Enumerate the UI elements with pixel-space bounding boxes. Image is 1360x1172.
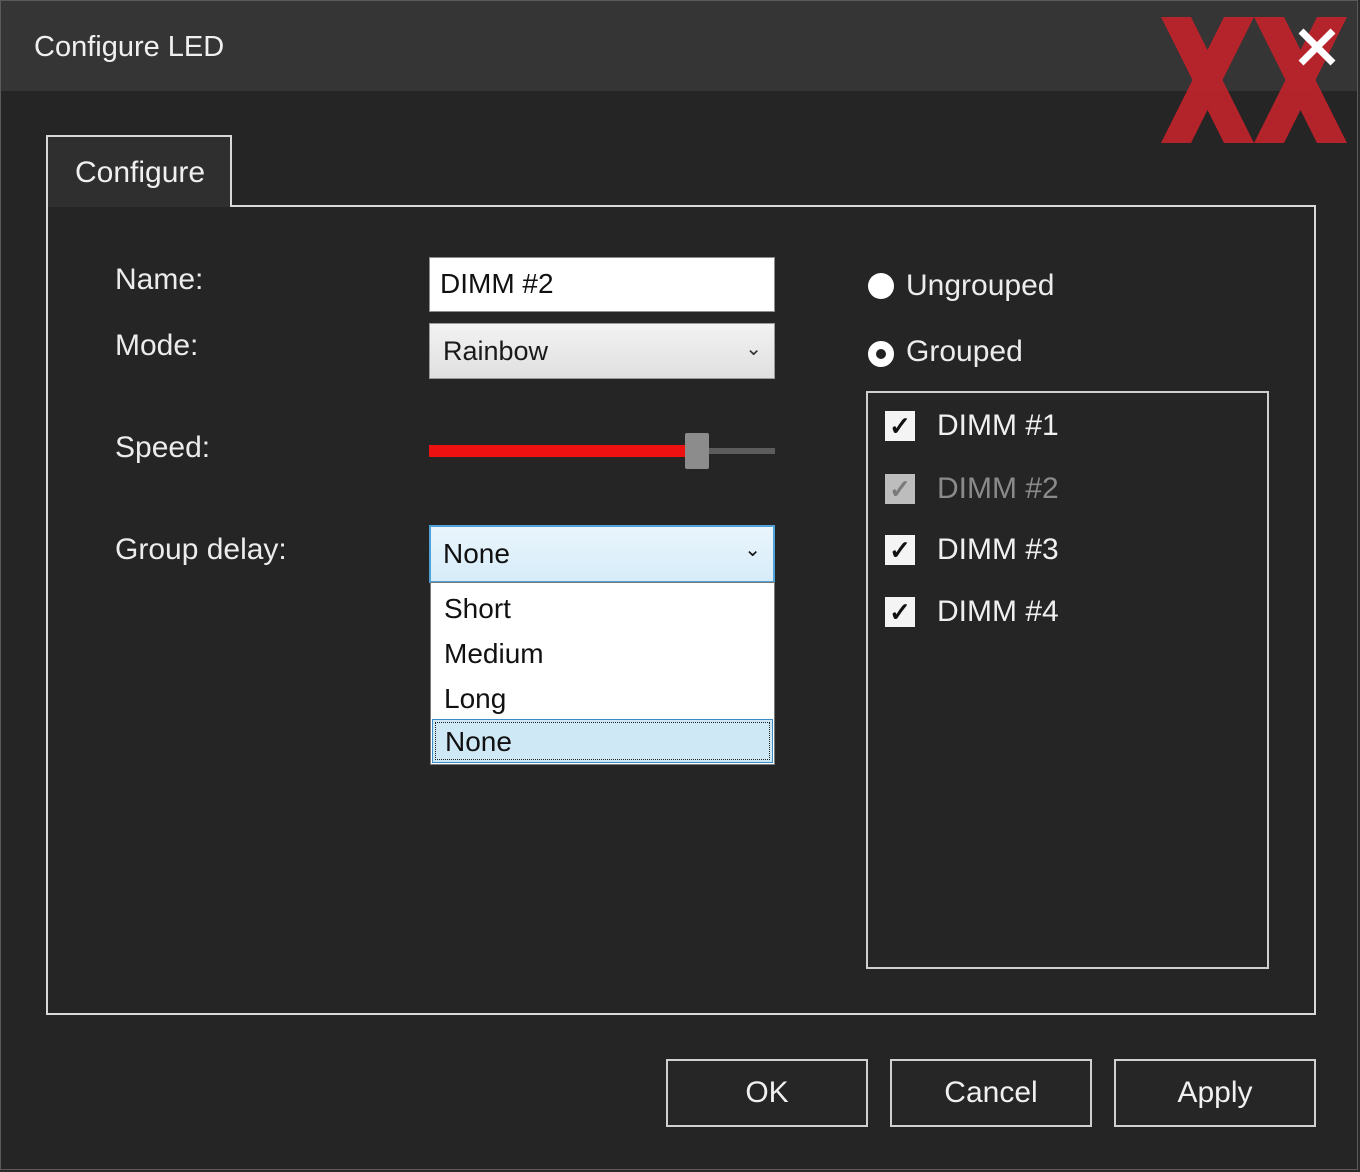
dimm-3-checkbox[interactable]: ✓ [885, 535, 915, 565]
dimm-2-checkbox: ✓ [885, 474, 915, 504]
title-bar: Configure LED [1, 1, 1357, 91]
mode-select-value: Rainbow [443, 336, 549, 366]
dimm-4-label: DIMM #4 [937, 595, 1059, 628]
apply-button[interactable]: Apply [1114, 1059, 1316, 1127]
group-delay-select-value: None [443, 538, 510, 569]
chevron-down-icon: ⌄ [744, 539, 761, 561]
grouped-radio[interactable] [868, 341, 894, 367]
dimm-3-label: DIMM #3 [937, 533, 1059, 566]
ungrouped-label: Ungrouped [906, 269, 1055, 302]
dropdown-option-none[interactable]: None [432, 719, 773, 763]
name-label: Name: [115, 263, 204, 296]
speed-slider-thumb[interactable] [685, 433, 709, 469]
grouped-label: Grouped [906, 335, 1023, 368]
dimm-1-checkbox[interactable]: ✓ [885, 411, 915, 441]
dimm-2-label: DIMM #2 [937, 472, 1059, 505]
group-delay-label: Group delay: [115, 533, 287, 566]
tab-configure[interactable]: Configure [46, 135, 232, 207]
name-field[interactable]: DIMM #2 [429, 257, 775, 312]
ok-button[interactable]: OK [666, 1059, 868, 1127]
dropdown-option-medium[interactable]: Medium [432, 632, 773, 676]
tab-configure-label: Configure [75, 156, 206, 189]
mode-label: Mode: [115, 329, 199, 362]
group-delay-dropdown: Short Medium Long None [430, 582, 775, 765]
dropdown-option-long[interactable]: Long [432, 677, 773, 721]
cancel-button[interactable]: Cancel [890, 1059, 1092, 1127]
mode-select[interactable]: Rainbow ⌄ [429, 323, 775, 379]
dimm-1-label: DIMM #1 [937, 409, 1059, 442]
configure-led-dialog: Configure LED Configure Name: DIMM #2 Mo… [0, 0, 1358, 1170]
chevron-down-icon: ⌄ [745, 338, 762, 360]
close-icon[interactable] [1291, 21, 1343, 73]
speed-slider-fill[interactable] [429, 445, 697, 457]
ungrouped-radio[interactable] [868, 273, 894, 299]
dimm-group-list [866, 391, 1269, 969]
dimm-4-checkbox[interactable]: ✓ [885, 597, 915, 627]
dropdown-option-short[interactable]: Short [432, 587, 773, 631]
speed-label: Speed: [115, 431, 211, 464]
window-title: Configure LED [34, 31, 225, 63]
group-delay-select[interactable]: None ⌄ [429, 525, 775, 583]
